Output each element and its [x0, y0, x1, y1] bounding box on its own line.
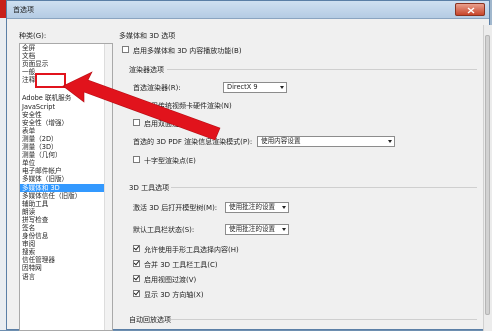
- red-arrow-annotation: [62, 71, 221, 141]
